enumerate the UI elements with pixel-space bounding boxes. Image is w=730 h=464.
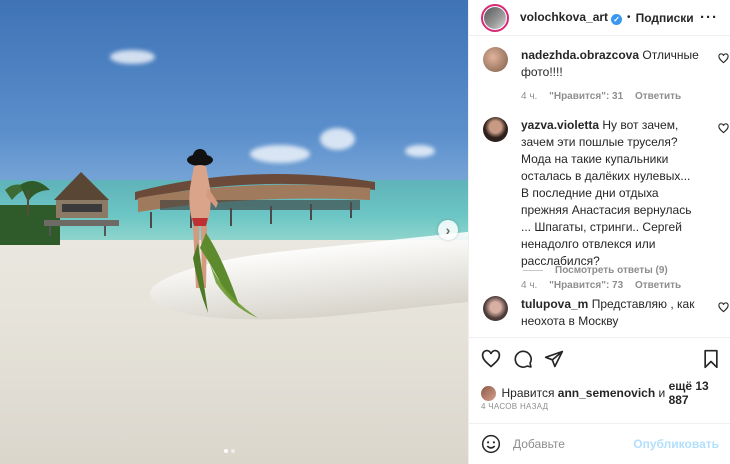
comment-avatar[interactable] (483, 47, 508, 72)
header-separator: • (627, 12, 631, 23)
comment-username[interactable]: yazva.violetta (521, 118, 599, 132)
cloud (405, 145, 435, 157)
author-username[interactable]: volochkova_art ✓ (520, 10, 623, 25)
post-header: volochkova_art ✓ • Подписки ··· (469, 0, 730, 36)
comment-username[interactable]: tulupova_m (521, 297, 588, 311)
more-dots-icon[interactable]: ··· (700, 9, 718, 26)
comment-item: tulupova_m Представляю , как неохота в М… (481, 296, 729, 330)
next-photo-button[interactable]: › (438, 220, 458, 240)
save-bookmark-icon[interactable] (701, 349, 721, 369)
author-username-text[interactable]: volochkova_art (520, 10, 608, 24)
carousel-dots (224, 449, 235, 453)
following-button[interactable]: Подписки (636, 11, 694, 25)
comment-meta: 4 ч. "Нравится": 31 Ответить (521, 91, 721, 102)
share-paper-plane-icon[interactable] (544, 349, 564, 369)
comment-avatar[interactable] (483, 117, 508, 142)
liker-avatar[interactable] (481, 385, 496, 401)
chevron-right-icon: › (445, 222, 451, 238)
publish-button[interactable]: Опубликовать (633, 437, 719, 451)
liked-by-others[interactable]: ещё 13 887 (669, 379, 730, 407)
author-avatar[interactable] (481, 3, 509, 32)
comment-item: nadezhda.obrazcova Отличные фото!!!! 4 ч… (481, 47, 729, 102)
reply-button[interactable]: Ответить (635, 91, 681, 102)
like-comment-heart-icon[interactable] (718, 53, 729, 64)
comment-text: Ну вот зачем, зачем эти пошлые труселя? … (521, 118, 692, 268)
reply-button[interactable]: Ответить (635, 280, 681, 291)
beach-hut (44, 172, 119, 236)
comment-username[interactable]: nadezhda.obrazcova (521, 48, 639, 62)
add-comment-bar: Опубликовать (469, 423, 730, 464)
view-replies-label[interactable]: Посмотреть ответы (9) (555, 265, 668, 276)
comment-meta: 4 ч. "Нравится": 73 Ответить (521, 280, 721, 291)
replies-line (523, 270, 543, 271)
carousel-dot (231, 449, 235, 453)
comment-likes[interactable]: "Нравится": 73 (549, 280, 623, 291)
comment-avatar[interactable] (483, 296, 508, 321)
comment-time[interactable]: 4 ч. (521, 91, 537, 102)
comment-time[interactable]: 4 ч. (521, 280, 537, 291)
liked-by-prefix: Нравится (501, 386, 555, 400)
comment-body: yazva.violetta Ну вот зачем, зачем эти п… (521, 117, 701, 270)
cloud (320, 128, 355, 150)
comment-body: nadezhda.obrazcova Отличные фото!!!! (521, 47, 701, 81)
like-heart-icon[interactable] (481, 349, 501, 369)
comment-bubble-icon[interactable] (513, 349, 533, 369)
cloud (110, 50, 155, 64)
view-replies-button[interactable]: Посмотреть ответы (9) (523, 265, 668, 276)
comment-input[interactable] (513, 437, 633, 451)
post-timestamp[interactable]: 4 ЧАСОВ НАЗАД (481, 402, 548, 411)
liked-by-middle: и (658, 386, 666, 400)
emoji-icon[interactable] (481, 434, 501, 454)
verified-icon: ✓ (611, 14, 623, 25)
post-photo[interactable]: › (0, 0, 468, 464)
post-actions (469, 337, 730, 377)
post-panel: volochkova_art ✓ • Подписки ··· nadezhda.… (468, 0, 730, 464)
carousel-dot (224, 449, 228, 453)
comments-list: nadezhda.obrazcova Отличные фото!!!! 4 ч… (469, 37, 730, 337)
comment-likes[interactable]: "Нравится": 31 (549, 91, 623, 102)
like-comment-heart-icon[interactable] (718, 302, 729, 313)
woman-figure (187, 149, 258, 318)
comment-body: tulupova_m Представляю , как неохота в М… (521, 296, 701, 330)
liked-by-user[interactable]: ann_semenovich (558, 386, 655, 400)
like-comment-heart-icon[interactable] (718, 123, 729, 134)
